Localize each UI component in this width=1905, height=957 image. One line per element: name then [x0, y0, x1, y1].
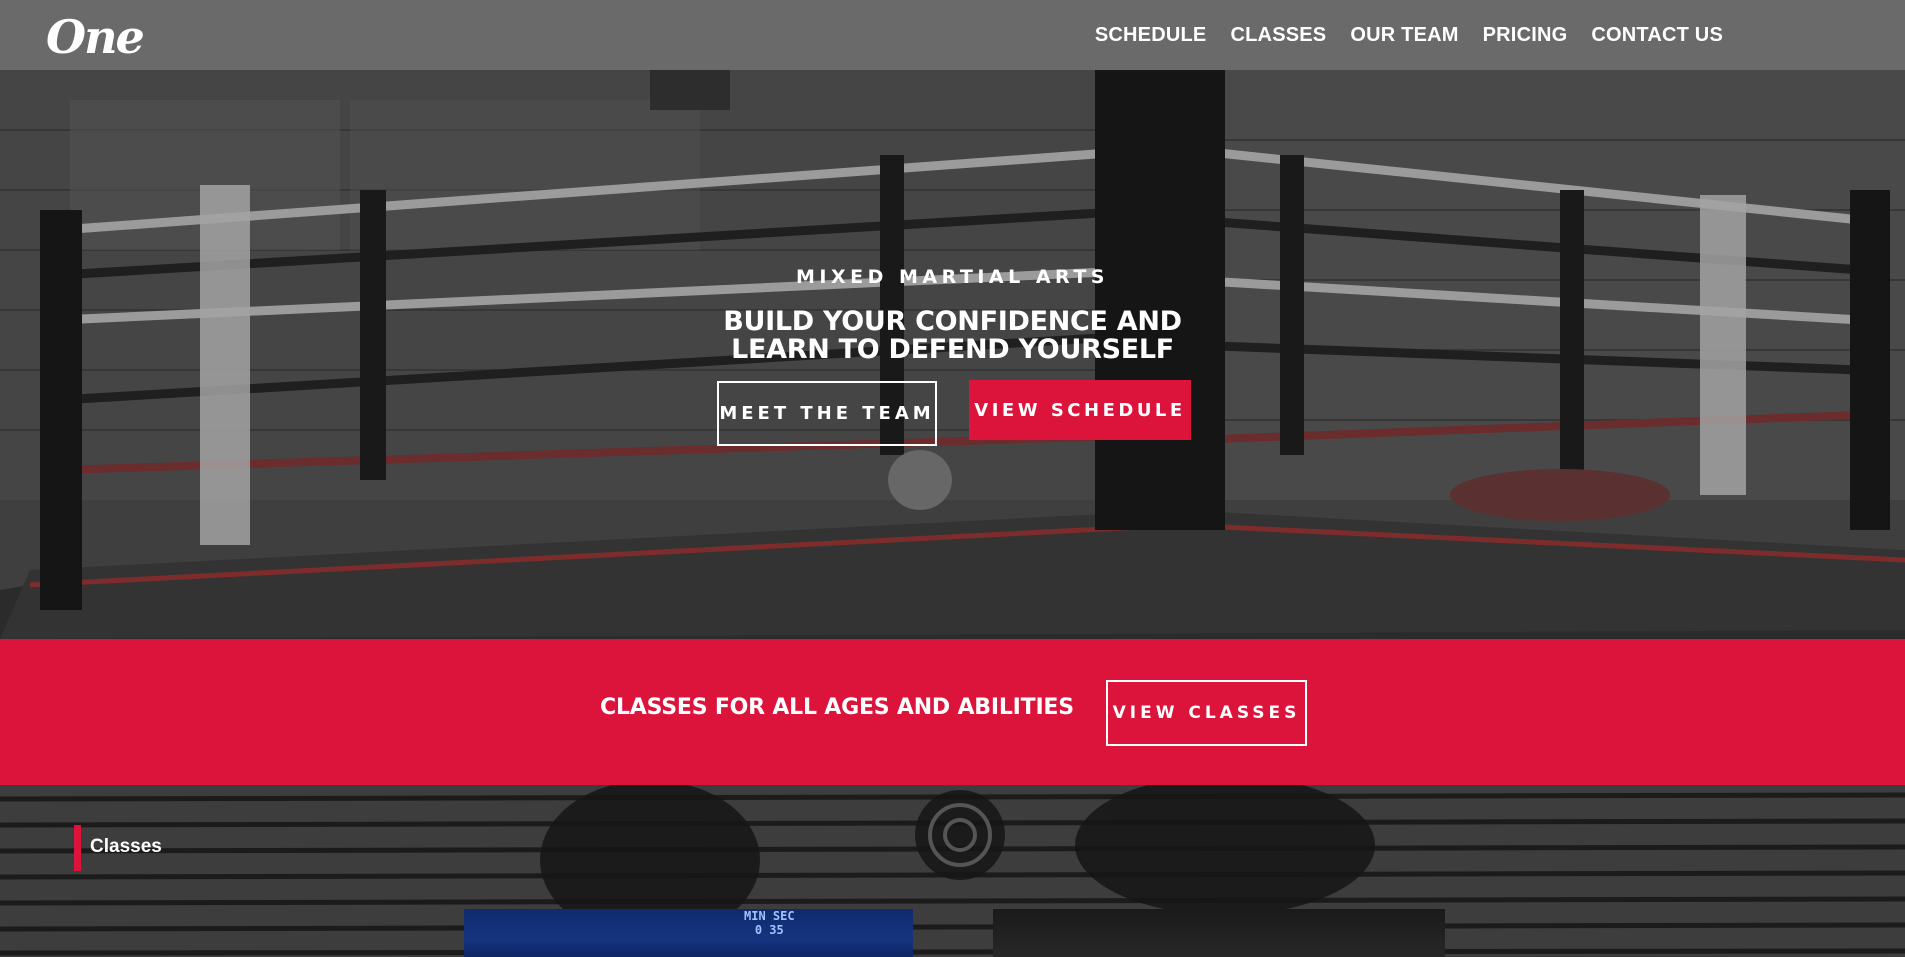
view-schedule-button[interactable]: VIEW SCHEDULE [969, 380, 1191, 440]
view-classes-button[interactable]: VIEW CLASSES [1106, 680, 1307, 746]
site-header: One SCHEDULE CLASSES OUR TEAM PRICING CO… [0, 0, 1905, 70]
brick-mural-background-image [0, 785, 1905, 957]
cta-band-text: CLASSES FOR ALL AGES AND ABILITIES [600, 695, 1074, 720]
nav-item-our-team[interactable]: OUR TEAM [1350, 24, 1458, 47]
main-nav: SCHEDULE CLASSES OUR TEAM PRICING CONTAC… [1095, 0, 1723, 70]
site-logo[interactable]: One [46, 12, 158, 62]
hero-kicker: MIXED MARTIAL ARTS [796, 266, 1109, 288]
scoreboard-bottom: 0 35 [754, 923, 784, 937]
section-label-accent [74, 825, 81, 871]
classes-section-label: Classes [90, 836, 162, 857]
cta-band: CLASSES FOR ALL AGES AND ABILITIES VIEW … [0, 639, 1905, 785]
hero-section: MIXED MARTIAL ARTS BUILD YOUR CONFIDENCE… [0, 70, 1905, 639]
nav-item-classes[interactable]: CLASSES [1230, 24, 1326, 47]
nav-item-contact-us[interactable]: CONTACT US [1591, 24, 1723, 47]
hero-title: BUILD YOUR CONFIDENCE AND LEARN TO DEFEN… [0, 308, 1905, 364]
logo-text: One [46, 10, 145, 64]
class-card-image-1[interactable]: MIN SEC 0 35 [464, 909, 913, 957]
hero-title-line-1: BUILD YOUR CONFIDENCE AND [723, 306, 1182, 337]
hero-title-line-2: LEARN TO DEFEND YOURSELF [731, 334, 1174, 365]
scoreboard-top: MIN SEC [744, 909, 795, 923]
hero-content: MIXED MARTIAL ARTS BUILD YOUR CONFIDENCE… [0, 70, 1905, 639]
class-card-image-2[interactable] [993, 909, 1445, 957]
scoreboard-readout: MIN SEC 0 35 [744, 909, 795, 937]
nav-item-schedule[interactable]: SCHEDULE [1095, 24, 1207, 47]
meet-the-team-button[interactable]: MEET THE TEAM [717, 381, 937, 446]
classes-section: Classes MIN SEC 0 35 [0, 785, 1905, 957]
nav-item-pricing[interactable]: PRICING [1483, 24, 1568, 47]
